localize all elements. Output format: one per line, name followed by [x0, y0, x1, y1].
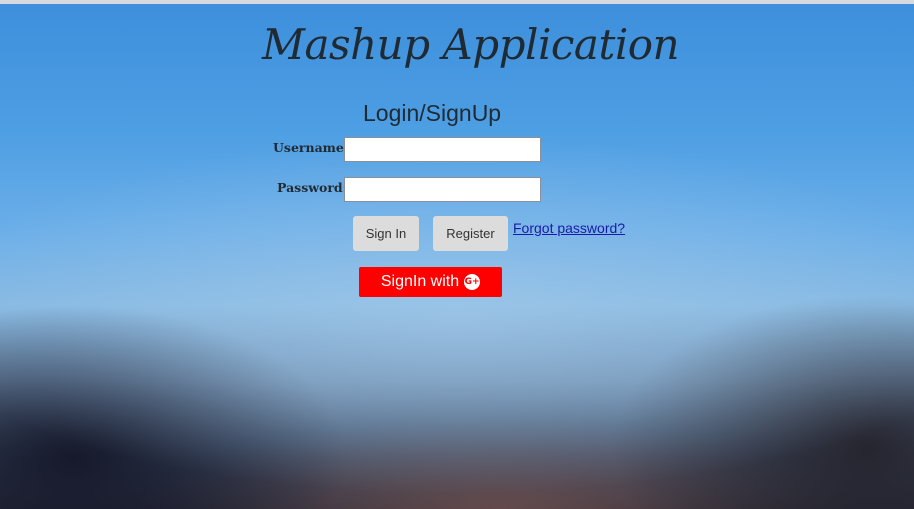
password-field[interactable]: [344, 177, 541, 202]
username-field[interactable]: [344, 137, 541, 162]
top-border: [0, 0, 914, 4]
page-title: Login/SignUp: [363, 100, 502, 126]
username-label: Username:: [273, 140, 349, 155]
register-button[interactable]: Register: [433, 216, 508, 251]
app-title: Mashup Application: [262, 20, 680, 69]
forgot-password-link[interactable]: Forgot password?: [513, 220, 625, 236]
google-signin-label: SignIn with: [380, 273, 460, 290]
password-label: Password:: [277, 180, 348, 195]
google-signin-button[interactable]: SignIn with G+: [359, 267, 502, 297]
google-plus-icon: G+: [464, 274, 481, 290]
sign-in-button[interactable]: Sign In: [353, 216, 419, 251]
